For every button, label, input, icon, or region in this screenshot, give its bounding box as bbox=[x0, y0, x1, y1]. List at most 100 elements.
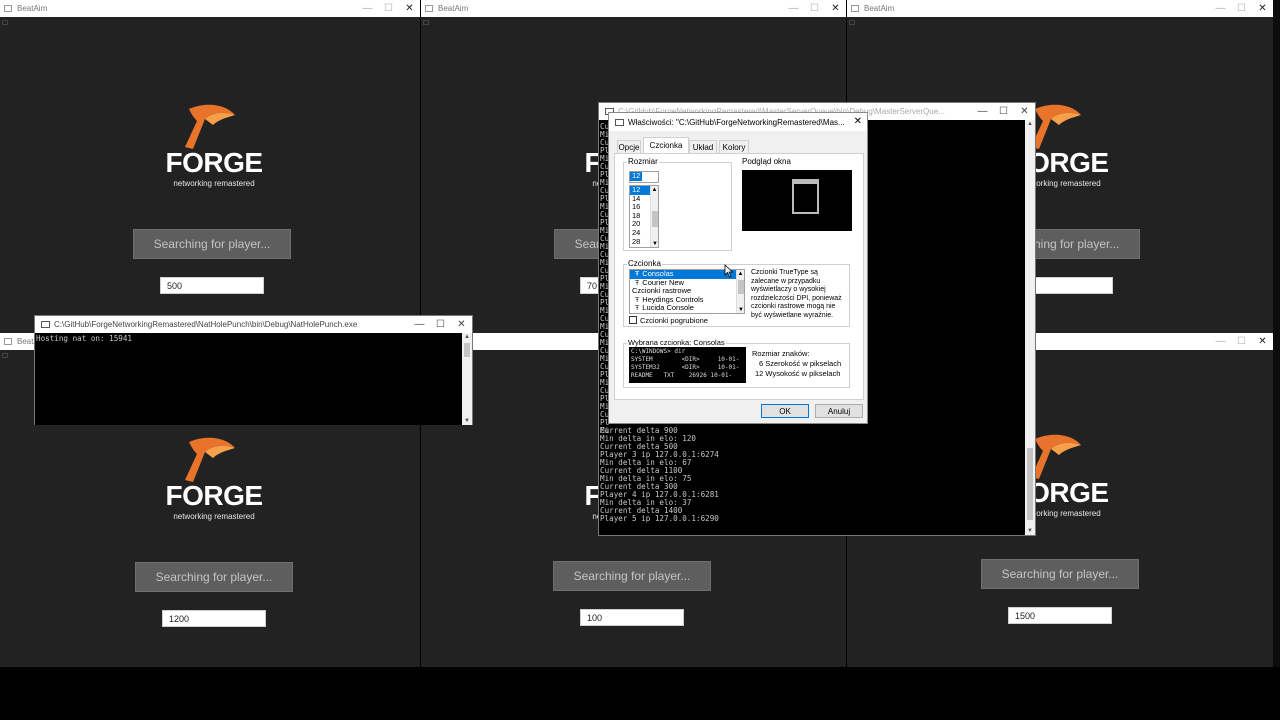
truetype-icon: Ŧ bbox=[635, 296, 640, 304]
hammer-icon bbox=[185, 104, 235, 149]
maximize-icon[interactable]: ☐ bbox=[993, 103, 1014, 120]
scrollbar-thumb[interactable] bbox=[652, 211, 658, 227]
minimize-icon[interactable]: — bbox=[1210, 0, 1231, 17]
font-description: Czcionki TrueType są zalecane w przypadk… bbox=[751, 269, 842, 319]
searching-button[interactable]: Searching for player... bbox=[133, 229, 291, 259]
system-menu-icon bbox=[849, 20, 855, 25]
nat-console-window: C:\GitHub\ForgeNetworkingRemastered\NatH… bbox=[34, 315, 473, 425]
hammer-icon bbox=[185, 437, 235, 482]
maximize-icon[interactable]: ☐ bbox=[378, 0, 399, 17]
searching-button[interactable]: Searching for player... bbox=[553, 561, 711, 591]
forge-logo: FORGE networking remastered bbox=[149, 103, 279, 193]
size-option[interactable]: 28 bbox=[630, 237, 650, 247]
size-list[interactable]: 12 14 16 18 20 24 28 ▲ ▼ bbox=[629, 185, 659, 248]
logo-tagline: networking remastered bbox=[173, 512, 255, 521]
preview-label: Podgląd okna bbox=[742, 157, 791, 166]
font-sample: C:\WINDOWS> dir SYSTEM <DIR> 10-01- SYSTEM… bbox=[629, 347, 746, 383]
title-bar[interactable]: C:\GitHub\ForgeNetworkingRemastered\NatH… bbox=[35, 316, 472, 333]
cancel-button[interactable]: Anuluj bbox=[815, 404, 863, 418]
font-group-label: Czcionka bbox=[627, 259, 662, 268]
font-option[interactable]: Ŧ Lucida Console bbox=[630, 304, 736, 313]
scroll-up-icon[interactable]: ▲ bbox=[737, 270, 744, 278]
scrollbar-thumb[interactable] bbox=[464, 343, 470, 357]
logo-word: FORGE bbox=[165, 147, 263, 178]
tab-czcionka[interactable]: Czcionka bbox=[643, 137, 689, 153]
console-lines: Current delta 900 Min delta in elo: 120 Cu… bbox=[600, 427, 719, 523]
maximize-icon[interactable]: ☐ bbox=[1231, 0, 1252, 17]
ok-button[interactable]: OK bbox=[761, 404, 809, 418]
char-height: 12 Wysokość w pikselach bbox=[755, 369, 841, 378]
close-icon[interactable]: ✕ bbox=[1014, 103, 1035, 120]
desktop-edge bbox=[1273, 0, 1280, 667]
system-menu-icon bbox=[2, 353, 8, 358]
size-group-label: Rozmiar bbox=[627, 157, 659, 166]
font-list-scrollbar[interactable]: ▲ ▼ bbox=[736, 270, 744, 313]
close-icon[interactable]: ✕ bbox=[854, 116, 862, 127]
console-icon bbox=[615, 118, 624, 126]
maximize-icon[interactable]: ☐ bbox=[804, 0, 825, 17]
tab-uklad[interactable]: Układ bbox=[689, 140, 717, 153]
sample-line: C:\WINDOWS> dir bbox=[631, 348, 686, 355]
app-icon bbox=[851, 5, 859, 12]
system-menu-icon bbox=[2, 20, 8, 25]
game-window-1: BeatAim — ☐ ✕ FORGE networking remastere… bbox=[0, 0, 420, 333]
scroll-up-icon[interactable]: ▲ bbox=[1027, 121, 1033, 127]
title-bar[interactable]: BeatAim — ☐ ✕ bbox=[421, 0, 846, 17]
tab-kolory[interactable]: Kolory bbox=[719, 140, 749, 153]
system-menu-icon bbox=[423, 20, 429, 25]
scroll-down-icon[interactable]: ▼ bbox=[464, 418, 470, 424]
elo-input[interactable]: 1500 bbox=[1008, 607, 1112, 624]
elo-input[interactable]: 1200 bbox=[162, 610, 266, 627]
app-icon bbox=[4, 338, 12, 345]
logo-word: FORGE bbox=[165, 480, 263, 511]
bold-checkbox-label[interactable]: Czcionki pogrubione bbox=[640, 316, 708, 325]
window-title: BeatAim bbox=[17, 4, 48, 13]
sample-line: README TXT 26926 10-01- bbox=[631, 372, 733, 379]
console-icon bbox=[41, 321, 50, 328]
console-line: Hosting nat on: 15941 bbox=[36, 334, 133, 343]
dialog-title-bar[interactable]: Właściwości: "C:\GitHub\ForgeNetworkingR… bbox=[609, 113, 867, 131]
close-icon[interactable]: ✕ bbox=[1252, 0, 1273, 17]
minimize-icon[interactable]: — bbox=[972, 103, 993, 120]
size-input[interactable]: 12 bbox=[629, 171, 659, 183]
bold-checkbox[interactable] bbox=[629, 316, 637, 324]
minimize-icon[interactable]: — bbox=[783, 0, 804, 17]
console-line: Player 5 ip 127.0.0.1:6290 bbox=[600, 514, 719, 523]
tab-opcje[interactable]: Opcje bbox=[617, 140, 641, 153]
selected-font-label: Wybrana czcionka: Consolas bbox=[627, 338, 726, 347]
dialog-title: Właściwości: "C:\GitHub\ForgeNetworkingR… bbox=[628, 117, 845, 127]
close-icon[interactable]: ✕ bbox=[399, 0, 420, 17]
mouse-cursor-icon bbox=[724, 264, 734, 278]
title-bar[interactable]: BeatAim — ☐ ✕ bbox=[847, 0, 1273, 17]
searching-button[interactable]: Searching for player... bbox=[981, 559, 1139, 589]
size-input-value: 12 bbox=[630, 171, 642, 181]
maximize-icon[interactable]: ☐ bbox=[1231, 333, 1252, 350]
scroll-down-icon[interactable]: ▼ bbox=[1027, 528, 1033, 534]
scroll-up-icon[interactable]: ▲ bbox=[651, 186, 658, 194]
close-icon[interactable]: ✕ bbox=[825, 0, 846, 17]
scrollbar[interactable]: ▲ ▼ bbox=[1025, 120, 1035, 535]
searching-button[interactable]: Searching for player... bbox=[135, 562, 293, 592]
scroll-up-icon[interactable]: ▲ bbox=[464, 334, 470, 340]
elo-input[interactable]: 500 bbox=[160, 277, 264, 294]
sample-line: SYSTEM <DIR> 10-01- bbox=[631, 356, 740, 363]
scrollbar-thumb[interactable] bbox=[1027, 448, 1033, 520]
truetype-icon: Ŧ bbox=[635, 305, 640, 313]
minimize-icon[interactable]: — bbox=[409, 316, 430, 333]
minimize-icon[interactable]: — bbox=[1210, 333, 1231, 350]
close-icon[interactable]: ✕ bbox=[451, 316, 472, 333]
window-title: BeatAim bbox=[438, 4, 469, 13]
scroll-down-icon[interactable]: ▼ bbox=[737, 306, 744, 313]
scroll-down-icon[interactable]: ▼ bbox=[651, 240, 658, 247]
size-list-scrollbar[interactable]: ▲ ▼ bbox=[650, 186, 658, 247]
desktop: BeatAim — ☐ ✕ FORGE networking remastere… bbox=[0, 0, 1280, 720]
elo-input[interactable]: 100 bbox=[580, 609, 684, 626]
scrollbar[interactable]: ▲ ▼ bbox=[462, 333, 472, 425]
maximize-icon[interactable]: ☐ bbox=[430, 316, 451, 333]
app-icon bbox=[4, 5, 12, 12]
title-bar[interactable]: BeatAim — ☐ ✕ bbox=[0, 0, 420, 17]
minimize-icon[interactable]: — bbox=[357, 0, 378, 17]
close-icon[interactable]: ✕ bbox=[1252, 333, 1273, 350]
font-option-label: Lucida Console bbox=[642, 303, 694, 313]
scrollbar-thumb[interactable] bbox=[738, 280, 744, 294]
